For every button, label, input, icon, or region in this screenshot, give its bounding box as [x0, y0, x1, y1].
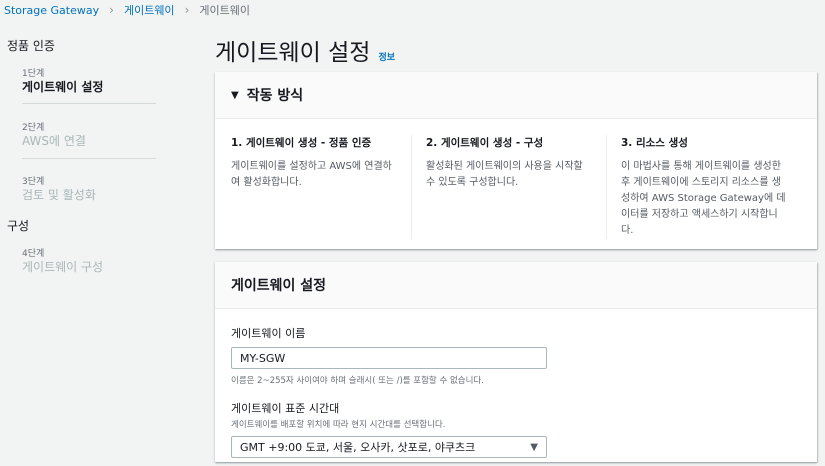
step-divider — [22, 103, 156, 104]
gateway-settings-title: 게이트웨이 설정 — [231, 278, 327, 294]
how-step-1: 1. 게이트웨이 생성 - 정품 인증 게이트웨이를 설정하고 AWS에 연결하… — [231, 135, 411, 239]
breadcrumb-current: 게이트웨이 — [199, 4, 250, 17]
how-step-text: 이 마법사를 통해 게이트웨이를 생성한 후 게이트웨이에 스토리지 리소스를 … — [621, 161, 786, 236]
how-step-title: 1. 게이트웨이 생성 - 정품 인증 — [231, 137, 372, 149]
how-step-title: 2. 게이트웨이 생성 - 구성 — [426, 137, 544, 149]
timezone-select-value: GMT +9:00 도쿄, 서울, 오사카, 삿포로, 야쿠츠크 — [240, 441, 476, 454]
gateway-settings-header: 게이트웨이 설정 — [215, 262, 817, 309]
gateway-settings-panel: 게이트웨이 설정 게이트웨이 이름 MY-SGW 이름은 2~255자 사이여야… — [215, 262, 817, 462]
timezone-label: 게이트웨이 표준 시간대 — [231, 402, 340, 415]
gateway-name-constraint: 이름은 2~255자 사이여야 하며 슬래시( 또는 /)를 포함할 수 없습니… — [231, 376, 484, 386]
gateway-name-input[interactable]: MY-SGW — [231, 347, 547, 369]
how-it-works-title: 작동 방식 — [246, 88, 304, 104]
how-it-works-header[interactable]: ▼ 작동 방식 — [215, 72, 817, 119]
section-title-activation: 정품 인증 — [7, 39, 55, 53]
how-step-text: 활성화된 게이트웨이의 사용을 시작할 수 있도록 구성합니다. — [426, 161, 583, 188]
step-divider — [22, 158, 156, 159]
step-review-activate: 검토 및 활성화 — [22, 188, 96, 202]
how-step-title: 3. 리소스 생성 — [621, 137, 688, 149]
info-link[interactable]: 정보 — [378, 50, 395, 63]
caret-down-icon: ▼ — [231, 89, 239, 101]
how-step-3: 3. 리소스 생성 이 마법사를 통해 게이트웨이를 생성한 후 게이트웨이에 … — [606, 135, 801, 239]
timezone-description: 게이트웨이를 배포할 위치에 따라 현지 시간대를 선택합니다. — [231, 420, 446, 430]
how-step-2: 2. 게이트웨이 생성 - 구성 활성화된 게이트웨이의 사용을 시작할 수 있… — [411, 135, 606, 239]
section-title-configuration: 구성 — [7, 219, 30, 233]
page-title-text: 게이트웨이 설정 — [215, 40, 371, 66]
how-it-works-panel: ▼ 작동 방식 1. 게이트웨이 생성 - 정품 인증 게이트웨이를 설정하고 … — [215, 72, 817, 249]
step-connect-aws: AWS에 연결 — [22, 134, 86, 148]
how-it-works-columns: 1. 게이트웨이 생성 - 정품 인증 게이트웨이를 설정하고 AWS에 연결하… — [215, 119, 817, 255]
gateway-settings-form: 게이트웨이 이름 MY-SGW 이름은 2~255자 사이여야 하며 슬래시( … — [215, 309, 817, 466]
step-configure-gateway: 게이트웨이 구성 — [22, 260, 104, 274]
wizard-steps-sidebar: 정품 인증 1단계 게이트웨이 설정 2단계 AWS에 연결 3단계 검토 및 … — [0, 0, 170, 466]
gateway-name-label: 게이트웨이 이름 — [231, 327, 306, 340]
step-gateway-settings: 게이트웨이 설정 — [22, 80, 104, 94]
how-step-text: 게이트웨이를 설정하고 AWS에 연결하여 활성화합니다. — [231, 161, 392, 188]
page-title: 게이트웨이 설정 정보 — [215, 33, 395, 67]
caret-down-icon: ▼ — [530, 441, 538, 453]
chevron-right-icon: › — [184, 3, 190, 17]
timezone-select[interactable]: GMT +9:00 도쿄, 서울, 오사카, 삿포로, 야쿠츠크 ▼ — [231, 436, 547, 458]
